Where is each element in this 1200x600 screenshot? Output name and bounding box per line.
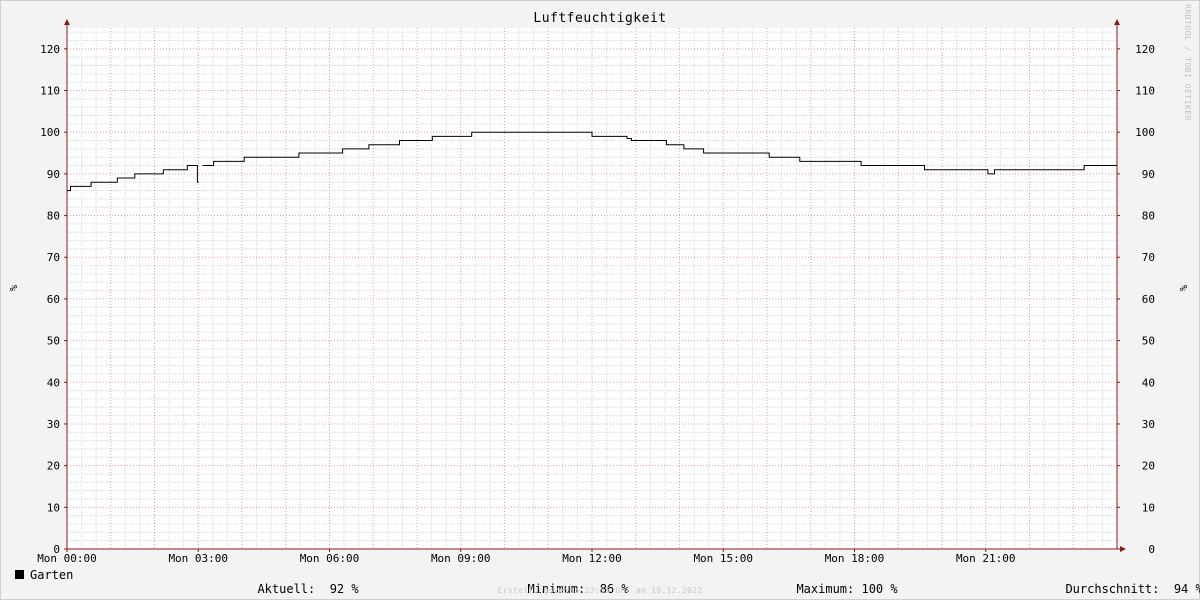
legend-series-name: Garten: [30, 568, 74, 582]
x-tick-label: Mon 21:00: [956, 552, 1016, 565]
y-tick-label-left: 40: [47, 376, 60, 389]
y-tick-label-right: 60: [1142, 293, 1155, 306]
legend-swatch-garten: [15, 570, 24, 579]
x-tick-label: Mon 00:00: [37, 552, 97, 565]
y-tick-label-left: 120: [40, 43, 60, 56]
x-tick-label: Mon 15:00: [693, 552, 753, 565]
y-tick-label-right: 10: [1142, 501, 1155, 514]
y-tick-label-left: 10: [47, 501, 60, 514]
x-tick-label: Mon 12:00: [562, 552, 622, 565]
x-tick-label: Mon 09:00: [431, 552, 491, 565]
x-tick-label: Mon 18:00: [825, 552, 885, 565]
y-tick-label-right: 100: [1135, 126, 1155, 139]
y-tick-label-left: 80: [47, 210, 60, 223]
y-tick-label-right: 110: [1135, 85, 1155, 98]
watermark: RRDTOOL / TOBI OETIKER: [1183, 4, 1192, 121]
y-tick-label-right: 80: [1142, 210, 1155, 223]
y-axis-label-right: %: [1177, 285, 1188, 291]
chart-plot: 0 10 20 30 40 50 60 70 80 90 100 110 120 0 10 20 30 40 50…: [7, 19, 1188, 565]
y-tick-label-left: 90: [47, 168, 60, 181]
y-axis-label-left: %: [7, 285, 18, 291]
x-axis-arrow: [1120, 546, 1126, 552]
footer-timestamp: Erstellungszeit: 23:55 Uhr am 19.12.2022: [497, 586, 703, 595]
y-tick-label-right: 120: [1135, 43, 1155, 56]
y-ticks-right: 0 10 20 30 40 50 60 70 80 90 100 110 120: [1117, 43, 1155, 556]
y-tick-label-left: 70: [47, 251, 60, 264]
y-tick-label-right: 20: [1142, 460, 1155, 473]
y-tick-label-left: 20: [47, 460, 60, 473]
chart-title: Luftfeuchtigkeit: [533, 11, 667, 26]
y-tick-label-left: 60: [47, 293, 60, 306]
x-tick-label: Mon 06:00: [300, 552, 360, 565]
y-tick-label-left: 50: [47, 335, 60, 348]
y-tick-label-left: 100: [40, 126, 60, 139]
x-tick-label: Mon 03:00: [168, 552, 228, 565]
y-tick-label-left: 30: [47, 418, 60, 431]
y-ticks-left: 0102030405060708090100110120: [40, 43, 67, 556]
y-tick-label-left: 110: [40, 85, 60, 98]
y-tick-label-right: 40: [1142, 376, 1155, 389]
y-tick-label-right: 30: [1142, 418, 1155, 431]
y-tick-label-right: 0: [1148, 543, 1155, 556]
y-tick-label-right: 50: [1142, 335, 1155, 348]
y-tick-label-right: 90: [1142, 168, 1155, 181]
x-ticks: Mon 00:00 Mon 03:00 Mon 06:00 Mon 09:00 Mon …: [37, 549, 1016, 565]
y-tick-label-right: 70: [1142, 251, 1155, 264]
